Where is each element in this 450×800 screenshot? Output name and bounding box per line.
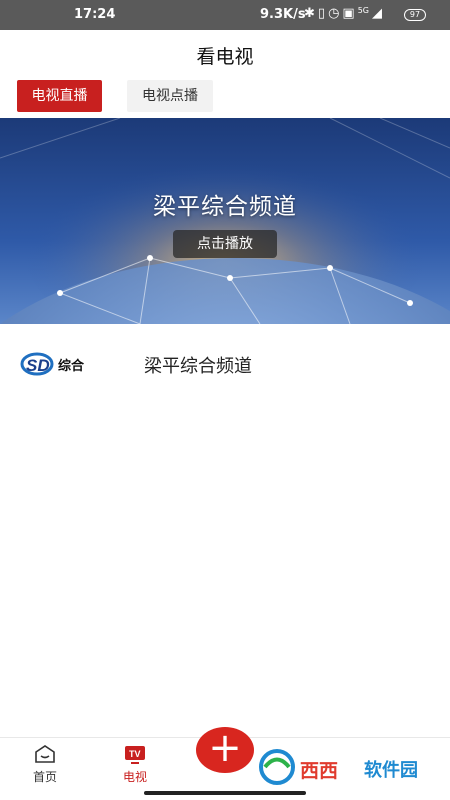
status-icons: ✱ ▯ ◷ ▣ 5G ◢	[304, 6, 382, 21]
nav-item-tv[interactable]: TV 电视	[105, 738, 165, 788]
home-indicator[interactable]	[144, 791, 306, 795]
banner-channel-title: 梁平综合频道	[153, 194, 297, 220]
status-time: 17:24	[74, 7, 116, 22]
signal-icon: ◢	[372, 6, 382, 21]
svg-text:TV: TV	[129, 749, 141, 759]
add-button[interactable]: +	[196, 727, 254, 773]
tab-vod[interactable]: 电视点播	[127, 80, 213, 112]
play-button[interactable]: 点击播放	[173, 230, 277, 258]
channel-logo-text: 综合	[58, 359, 85, 374]
network-speed: 9.3K/s	[260, 7, 306, 22]
nav-label-home: 首页	[32, 770, 57, 784]
channel-name: 梁平综合频道	[144, 356, 252, 377]
svg-text:SD: SD	[26, 356, 50, 375]
alarm-icon: ◷	[328, 6, 340, 21]
vibrate-icon: ▯	[317, 6, 326, 21]
status-bar: 17:24 9.3K/s ✱ ▯ ◷ ▣ 5G ◢ 97	[0, 0, 450, 30]
tv-icon: TV	[125, 746, 145, 764]
banner-overlay: 梁平综合频道 点击播放	[0, 118, 450, 324]
tab-live[interactable]: 电视直播	[17, 80, 102, 112]
signal-5g-icon: 5G	[357, 6, 369, 15]
page-title: 看电视	[196, 46, 254, 68]
battery-icon: 97	[404, 9, 426, 21]
bluetooth-icon: ✱	[304, 6, 315, 21]
watermark-text: 西西	[300, 760, 339, 782]
plus-icon: +	[208, 725, 242, 771]
watermark-text-2: 软件园	[364, 760, 418, 781]
channel-logo: SD 综合	[18, 340, 88, 386]
channel-logo-icon: SD	[20, 352, 54, 376]
list-item[interactable]: SD 综合 梁平综合频道	[0, 336, 450, 392]
home-icon	[35, 745, 55, 763]
app-header: 看电视	[0, 30, 450, 74]
nav-item-home[interactable]: 首页	[15, 738, 75, 788]
nav-label-tv: 电视	[122, 770, 147, 784]
nfc-icon: ▣	[342, 6, 355, 21]
